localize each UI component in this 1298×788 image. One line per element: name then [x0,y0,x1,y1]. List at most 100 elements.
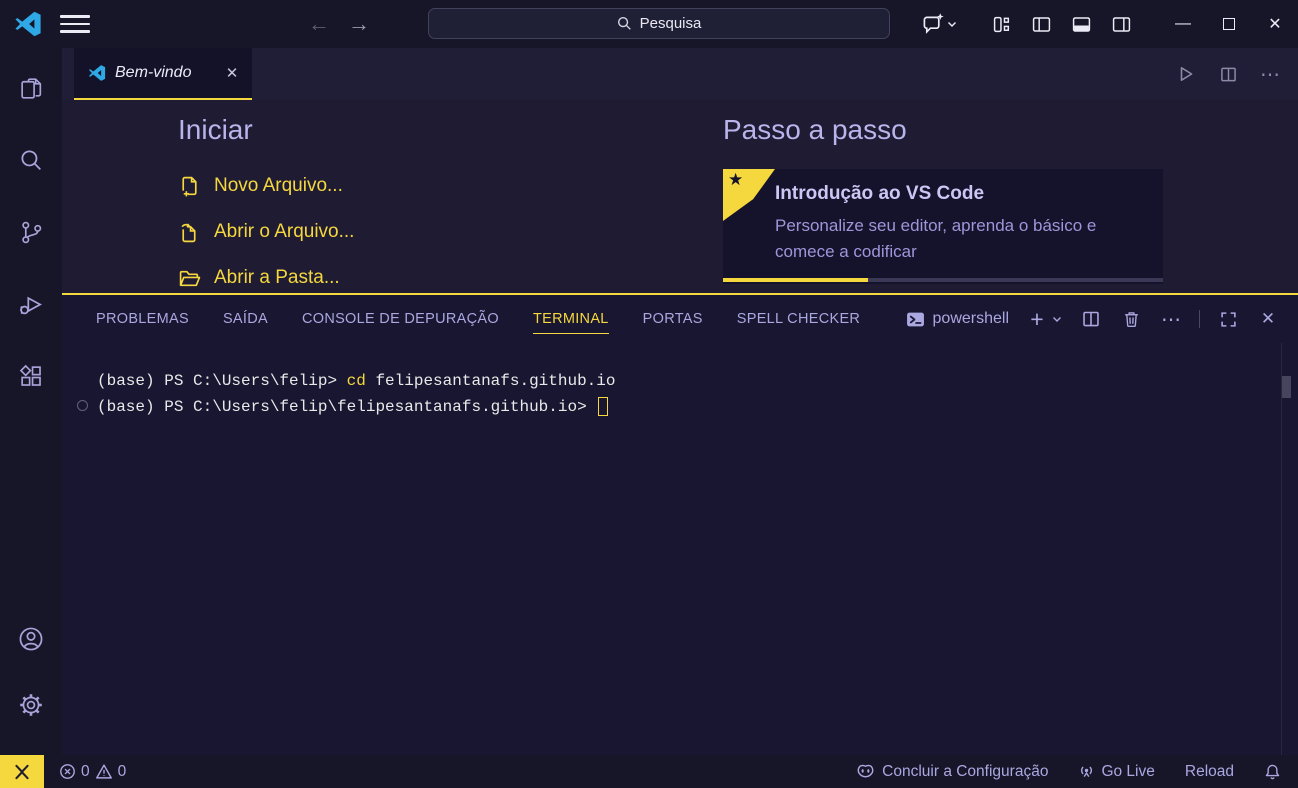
copilot-menu-button[interactable] [922,12,958,36]
search-placeholder-label: Pesquisa [640,15,702,32]
navigate-back-button[interactable]: ← [303,8,335,40]
new-terminal-button[interactable]: + [1025,307,1049,331]
extensions-icon[interactable] [7,350,55,402]
editor-actions: ⋯ [1172,48,1284,100]
window-minimize-button[interactable]: — [1160,0,1206,48]
panel-tab-console-depuracao[interactable]: CONSOLE DE DEPURAÇÃO [302,305,499,334]
activity-bar [0,48,62,755]
window-maximize-button[interactable] [1206,0,1252,48]
star-icon: ★ [728,170,743,190]
shell-label: powershell [933,310,1009,328]
vscode-tab-icon [88,64,106,82]
error-count: 0 [81,763,90,781]
argument-text: felipesantanafs.github.io [366,372,616,390]
editor-and-panel: Bem-vindo ✕ ⋯ Iniciar [62,48,1298,755]
maximize-icon [1223,18,1235,30]
remote-indicator-button[interactable] [0,755,44,788]
panel-header: PROBLEMAS SAÍDA CONSOLE DE DEPURAÇÃO TER… [62,295,1298,343]
run-debug-icon[interactable] [7,278,55,330]
window-close-button[interactable]: ✕ [1252,0,1298,48]
finish-setup-label: Concluir a Configuração [882,763,1048,781]
remote-icon [13,764,31,780]
shell-selector[interactable]: powershell [906,310,1009,328]
run-file-button[interactable] [1172,60,1200,88]
navigate-forward-button[interactable]: → [343,8,375,40]
go-live-label: Go Live [1101,763,1154,781]
walkthrough-section: Passo a passo ★ Introdução ao VS Code Pe… [723,114,1227,284]
toggle-primary-sidebar-button[interactable] [1024,7,1058,41]
search-icon [617,16,632,31]
close-panel-button[interactable]: ✕ [1256,307,1280,331]
panel-more-actions-icon[interactable]: ⋯ [1159,307,1183,331]
open-file-link[interactable]: Abrir o Arquivo... [178,209,354,255]
panel-tab-saida[interactable]: SAÍDA [223,305,268,334]
open-folder-label: Abrir a Pasta... [214,267,340,289]
warning-count: 0 [118,763,127,781]
chevron-down-icon [946,18,958,30]
vscode-window: ← → Pesquisa [0,0,1298,788]
go-live-button[interactable]: Go Live [1078,763,1154,781]
maximize-panel-button[interactable] [1216,307,1240,331]
command-text: cd [347,372,366,390]
copilot-face-icon [855,763,876,781]
split-terminal-button[interactable] [1079,307,1103,331]
customize-layout-button[interactable] [984,7,1018,41]
accounts-icon[interactable] [7,613,55,665]
tab-close-icon[interactable]: ✕ [222,63,242,83]
terminal-viewport[interactable]: (base) PS C:\Users\felip> cd felipesanta… [62,343,1298,755]
trash-icon [1123,310,1140,328]
finish-setup-button[interactable]: Concluir a Configuração [855,763,1048,781]
search-view-icon[interactable] [7,134,55,186]
tab-bem-vindo[interactable]: Bem-vindo ✕ [74,48,252,100]
toggle-secondary-sidebar-button[interactable] [1104,7,1138,41]
more-actions-icon[interactable]: ⋯ [1256,60,1284,88]
reload-button[interactable]: Reload [1185,763,1234,781]
status-bar: 0 0 Concluir a Configuração [0,755,1298,788]
panel-tab-spell-checker[interactable]: SPELL CHECKER [737,305,860,334]
problems-status-button[interactable]: 0 0 [59,763,126,781]
notifications-bell-button[interactable] [1264,763,1281,781]
panel-tab-terminal[interactable]: TERMINAL [533,305,609,334]
panel-tab-problemas[interactable]: PROBLEMAS [96,305,189,334]
start-section: Iniciar Novo Arquivo... [178,114,354,293]
start-links: Novo Arquivo... Abrir o Arquivo... [178,163,354,293]
main-area: Bem-vindo ✕ ⋯ Iniciar [0,48,1298,755]
open-folder-link[interactable]: Abrir a Pasta... [178,255,354,293]
walkthrough-card[interactable]: ★ Introdução ao VS Code Personalize seu … [723,169,1163,284]
command-decoration-icon[interactable] [77,400,88,411]
new-terminal-chevron-icon[interactable] [1051,313,1063,325]
menu-hamburger-button[interactable] [60,10,90,38]
panel-actions-divider [1199,310,1200,328]
panel-tab-portas[interactable]: PORTAS [643,305,703,334]
copilot-chat-icon [922,12,946,36]
reload-label: Reload [1185,763,1234,781]
explorer-icon[interactable] [7,62,55,114]
open-folder-icon [178,267,201,290]
kill-terminal-button[interactable] [1119,307,1143,331]
toggle-panel-button[interactable] [1064,7,1098,41]
panel-actions: powershell + [906,307,1280,331]
error-icon [59,763,76,780]
walkthrough-section-title: Passo a passo [723,114,1227,146]
titlebar-actions: — ✕ [922,0,1298,48]
command-center-search[interactable]: Pesquisa [428,8,890,39]
split-editor-button[interactable] [1214,60,1242,88]
title-bar: ← → Pesquisa [0,0,1298,48]
terminal-line-2: (base) PS C:\Users\felip\felipesantanafs… [97,394,1298,420]
screen-full-icon [1220,311,1237,328]
featured-ribbon: ★ [723,169,775,221]
new-file-link[interactable]: Novo Arquivo... [178,163,354,209]
welcome-page: Iniciar Novo Arquivo... [62,100,1298,293]
walkthrough-card-title: Introdução ao VS Code [775,183,984,205]
vscode-logo-icon [14,10,42,38]
terminal-scrollbar-thumb[interactable] [1282,376,1291,398]
terminal-line-1: (base) PS C:\Users\felip> cd felipesanta… [97,368,1298,394]
settings-gear-icon[interactable] [7,679,55,731]
editor-tab-bar: Bem-vindo ✕ ⋯ [62,48,1298,100]
walkthrough-progress-fill [723,278,868,282]
terminal-scrollbar-track [1281,343,1282,755]
source-control-icon[interactable] [7,206,55,258]
new-file-icon [178,175,201,198]
tab-label: Bem-vindo [115,64,213,82]
walkthrough-card-description: Personalize seu editor, aprenda o básico… [775,213,1153,265]
